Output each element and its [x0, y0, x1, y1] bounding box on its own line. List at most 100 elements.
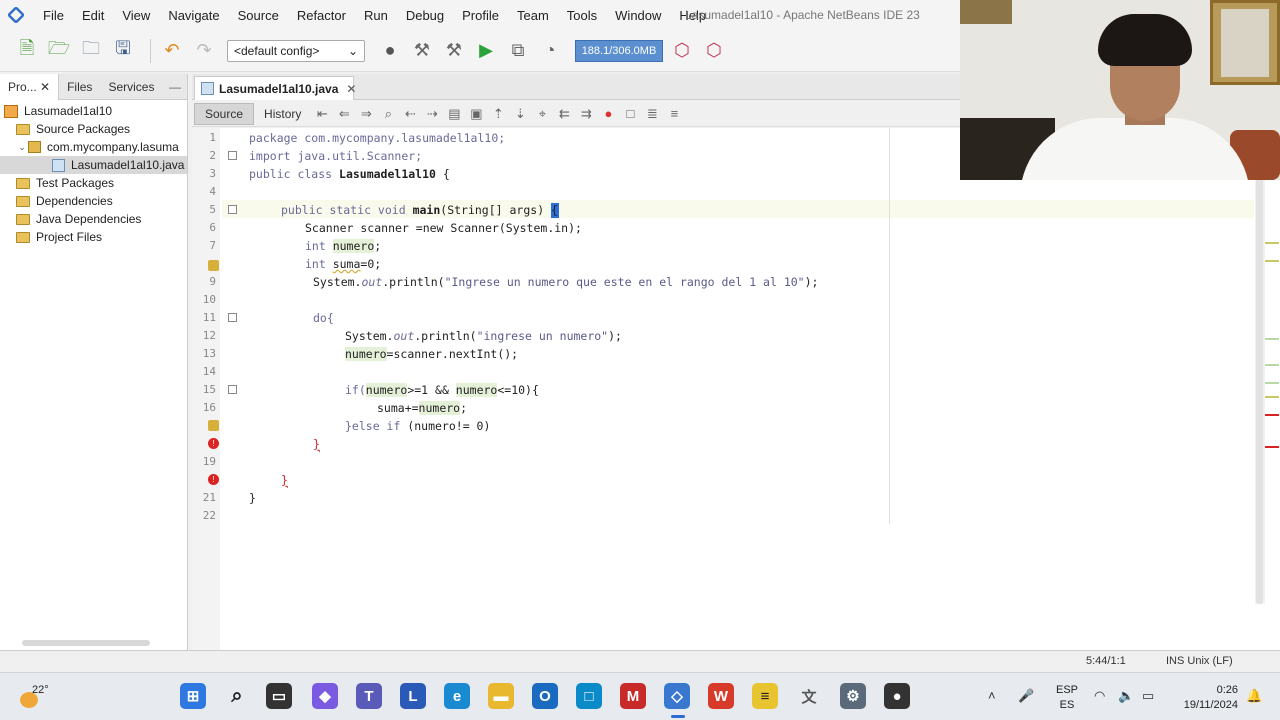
debug-icon[interactable]: ⧉	[505, 38, 531, 64]
clean-build-icon[interactable]: ⚒	[441, 38, 467, 64]
battery-icon[interactable]: ▭	[1142, 688, 1154, 704]
tree-item-dependencies[interactable]: Dependencies	[0, 192, 187, 210]
gc-icon[interactable]: ⬡	[669, 38, 695, 64]
recorder-icon[interactable]: ●	[884, 683, 910, 709]
fold-toggle[interactable]	[228, 385, 237, 394]
toggle-selection-icon[interactable]: ▣	[468, 106, 484, 122]
pause-gc-icon[interactable]: ⬡	[701, 38, 727, 64]
line-ending-label[interactable]: Unix (LF)	[1187, 655, 1232, 667]
save-all-icon[interactable]: 🖫	[110, 38, 136, 64]
translator-icon[interactable]: 文	[796, 683, 822, 709]
store-icon[interactable]: □	[576, 683, 602, 709]
error-marker[interactable]	[1265, 414, 1279, 416]
wps-icon[interactable]: W	[708, 683, 734, 709]
notification-bell-icon[interactable]: 🔔	[1246, 688, 1262, 704]
forward-icon[interactable]: ⇒	[358, 106, 374, 122]
occurrence-marker[interactable]	[1265, 338, 1279, 340]
volume-icon[interactable]: 🔈	[1118, 688, 1134, 704]
tab-lasumadel1al10-java[interactable]: Lasumadel1al10.java ✕	[194, 76, 356, 100]
menu-window[interactable]: Window	[606, 8, 670, 23]
menu-view[interactable]: View	[113, 8, 159, 23]
lync-icon[interactable]: L	[400, 683, 426, 709]
warning-marker[interactable]	[1265, 396, 1279, 398]
memory-indicator[interactable]: 188.1/306.0MB	[575, 39, 663, 62]
file-explorer-icon[interactable]: ▬	[488, 683, 514, 709]
tree-item-java-file[interactable]: Lasumadel1al10.java	[0, 156, 187, 174]
new-project-icon[interactable]: 🗁	[46, 38, 72, 64]
menu-refactor[interactable]: Refactor	[288, 8, 355, 23]
toggle-bookmark-icon[interactable]: ⌖	[534, 106, 550, 122]
build-hammer-icon[interactable]: ⚒	[409, 38, 435, 64]
code-editor[interactable]: 1 2 3 4 5 6 7 9 10 11 12 13 14 15 16 19 …	[192, 128, 1280, 650]
warning-marker[interactable]	[1265, 242, 1279, 244]
fold-toggle[interactable]	[228, 205, 237, 214]
error-icon[interactable]: !	[208, 438, 219, 449]
back-icon[interactable]: ⇐	[336, 106, 352, 122]
menu-team[interactable]: Team	[508, 8, 558, 23]
uncomment-icon[interactable]: ≡	[666, 106, 682, 122]
redo-icon[interactable]: ↷	[191, 38, 217, 64]
microphone-icon[interactable]: 🎤	[1018, 688, 1034, 704]
settings-gear-icon[interactable]: ⚙	[840, 683, 866, 709]
task-view-icon[interactable]: ▭	[266, 683, 292, 709]
warning-icon[interactable]	[208, 260, 219, 271]
find-next-icon[interactable]: ⇢	[424, 106, 440, 122]
menu-run[interactable]: Run	[355, 8, 397, 23]
wifi-icon[interactable]: ◠	[1094, 688, 1105, 704]
source-tab[interactable]: Source	[194, 102, 255, 125]
menu-file[interactable]: File	[34, 8, 73, 23]
search-icon[interactable]: ⌕	[224, 683, 250, 709]
tab-files[interactable]: Files	[59, 74, 100, 100]
horizontal-scrollbar[interactable]	[22, 640, 150, 646]
chevron-up-icon[interactable]: ˄	[988, 688, 996, 703]
menu-profile[interactable]: Profile	[453, 8, 508, 23]
shift-left-icon[interactable]: ⇇	[556, 106, 572, 122]
shift-right-icon[interactable]: ⇉	[578, 106, 594, 122]
language-indicator[interactable]: ESP ES	[1056, 683, 1078, 713]
tab-projects[interactable]: Pro... ✕	[0, 73, 60, 100]
teams-icon[interactable]: T	[356, 683, 382, 709]
new-file-icon[interactable]: 🗎	[14, 38, 40, 64]
outlook-icon[interactable]: O	[532, 683, 558, 709]
next-bookmark-icon[interactable]: ⇣	[512, 106, 528, 122]
tree-item-package[interactable]: ⌄ com.mycompany.lasuma	[0, 138, 187, 156]
warning-icon[interactable]	[208, 420, 219, 431]
menu-edit[interactable]: Edit	[73, 8, 113, 23]
toggle-highlight-icon[interactable]: ▤	[446, 106, 462, 122]
start-icon[interactable]: ⊞	[180, 683, 206, 709]
netbeans-taskbar-icon[interactable]: ◇	[664, 683, 690, 709]
caret-position[interactable]: 5:44/1:1	[1086, 655, 1126, 667]
menu-source[interactable]: Source	[229, 8, 288, 23]
weather-widget[interactable]: 22°	[18, 682, 62, 712]
menu-debug[interactable]: Debug	[397, 8, 453, 23]
tree-item-project-files[interactable]: Project Files	[0, 228, 187, 246]
close-icon[interactable]: ✕	[346, 82, 356, 96]
record-macro-icon[interactable]: ●	[600, 106, 616, 122]
clock[interactable]: 0:26 19/11/2024	[1176, 683, 1238, 713]
history-tab[interactable]: History	[254, 103, 311, 125]
copilot-icon[interactable]: ◆	[312, 683, 338, 709]
find-previous-icon[interactable]: ⇠	[402, 106, 418, 122]
warning-marker[interactable]	[1265, 260, 1279, 262]
tree-item-test-packages[interactable]: Test Packages	[0, 174, 187, 192]
fold-toggle[interactable]	[228, 313, 237, 322]
tree-item-java-dependencies[interactable]: Java Dependencies	[0, 210, 187, 228]
open-project-icon[interactable]: 🗀	[78, 38, 104, 64]
error-icon[interactable]: !	[208, 474, 219, 485]
menu-tools[interactable]: Tools	[558, 8, 606, 23]
chevron-down-icon[interactable]: ⌄	[16, 142, 28, 153]
profile-icon[interactable]: ◔	[537, 38, 563, 64]
occurrence-marker[interactable]	[1265, 364, 1279, 366]
scrollbar-thumb[interactable]	[1256, 128, 1263, 604]
comment-icon[interactable]: ≣	[644, 106, 660, 122]
tree-item-source-packages[interactable]: Source Packages	[0, 120, 187, 138]
browser-globe-icon[interactable]: ●	[377, 38, 403, 64]
close-icon[interactable]: ✕	[40, 80, 50, 94]
fold-toggle[interactable]	[228, 151, 237, 160]
minimize-icon[interactable]: —	[169, 80, 181, 94]
occurrence-marker[interactable]	[1265, 382, 1279, 384]
config-dropdown[interactable]: <default config> ⌄	[227, 39, 365, 62]
previous-bookmark-icon[interactable]: ⇡	[490, 106, 506, 122]
menu-navigate[interactable]: Navigate	[159, 8, 228, 23]
tree-item-project[interactable]: Lasumadel1al10	[0, 102, 187, 120]
